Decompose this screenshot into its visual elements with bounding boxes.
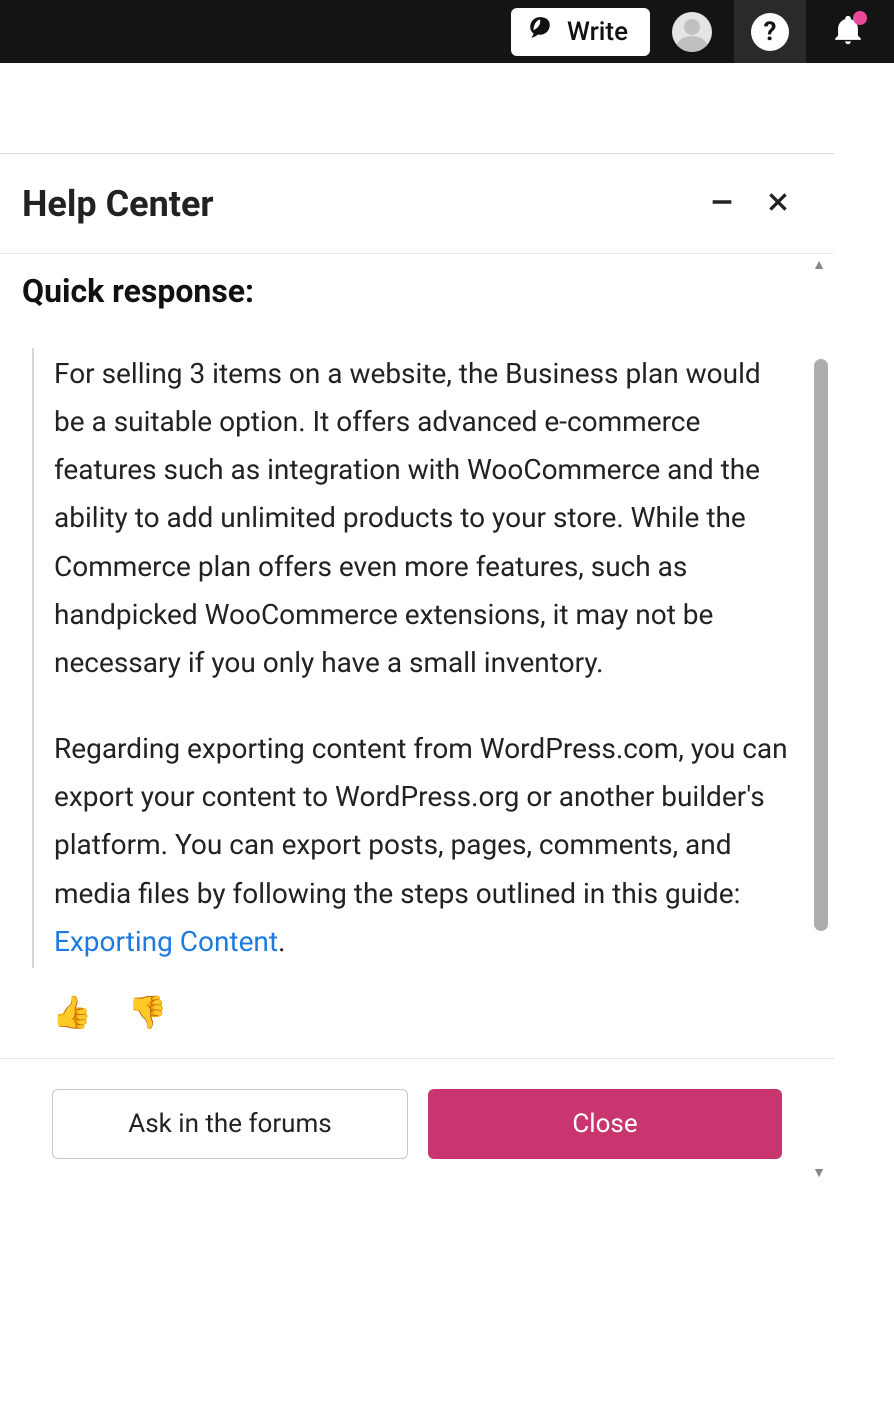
close-button[interactable]: Close <box>428 1089 782 1159</box>
scroll-down-arrow-icon[interactable]: ▼ <box>812 1164 826 1181</box>
notifications-button[interactable] <box>812 0 884 63</box>
notification-dot-icon <box>853 11 867 25</box>
question-mark-icon: ? <box>751 13 789 51</box>
quick-response-heading: Quick response: <box>22 272 798 310</box>
response-paragraph: For selling 3 items on a website, the Bu… <box>54 350 788 687</box>
scrollbar-thumb[interactable] <box>814 359 828 931</box>
response-text: Regarding exporting content from WordPre… <box>54 732 788 909</box>
top-navbar: Write ? <box>0 0 894 63</box>
response-text: . <box>278 925 285 958</box>
panel-title: Help Center <box>22 183 694 225</box>
thumbs-down-button[interactable]: 👎 <box>128 996 168 1028</box>
panel-body: Quick response: For selling 3 items on a… <box>0 254 834 1058</box>
close-panel-button[interactable] <box>750 176 806 232</box>
help-button[interactable]: ? <box>734 0 806 63</box>
close-icon <box>765 189 791 219</box>
response-block: For selling 3 items on a website, the Bu… <box>32 348 798 968</box>
write-button[interactable]: Write <box>511 8 650 56</box>
feedback-row: 👍 👎 <box>22 968 798 1048</box>
thumbs-up-button[interactable]: 👍 <box>52 996 92 1028</box>
help-center-panel: Help Center ▲ Quick response: For sellin… <box>0 153 834 1183</box>
leaf-icon <box>527 15 553 48</box>
ask-in-forums-button[interactable]: Ask in the forums <box>52 1089 408 1159</box>
exporting-content-link[interactable]: Exporting Content <box>54 925 278 958</box>
minimize-button[interactable] <box>694 176 750 232</box>
scroll-up-arrow-icon[interactable]: ▲ <box>812 256 826 273</box>
write-button-label: Write <box>567 17 628 47</box>
panel-footer: Ask in the forums Close <box>0 1058 834 1183</box>
profile-button[interactable] <box>656 0 728 63</box>
panel-header: Help Center <box>0 154 834 254</box>
minimize-icon <box>708 188 736 220</box>
response-paragraph: Regarding exporting content from WordPre… <box>54 725 788 966</box>
avatar-icon <box>672 12 712 52</box>
bell-icon <box>831 32 865 51</box>
